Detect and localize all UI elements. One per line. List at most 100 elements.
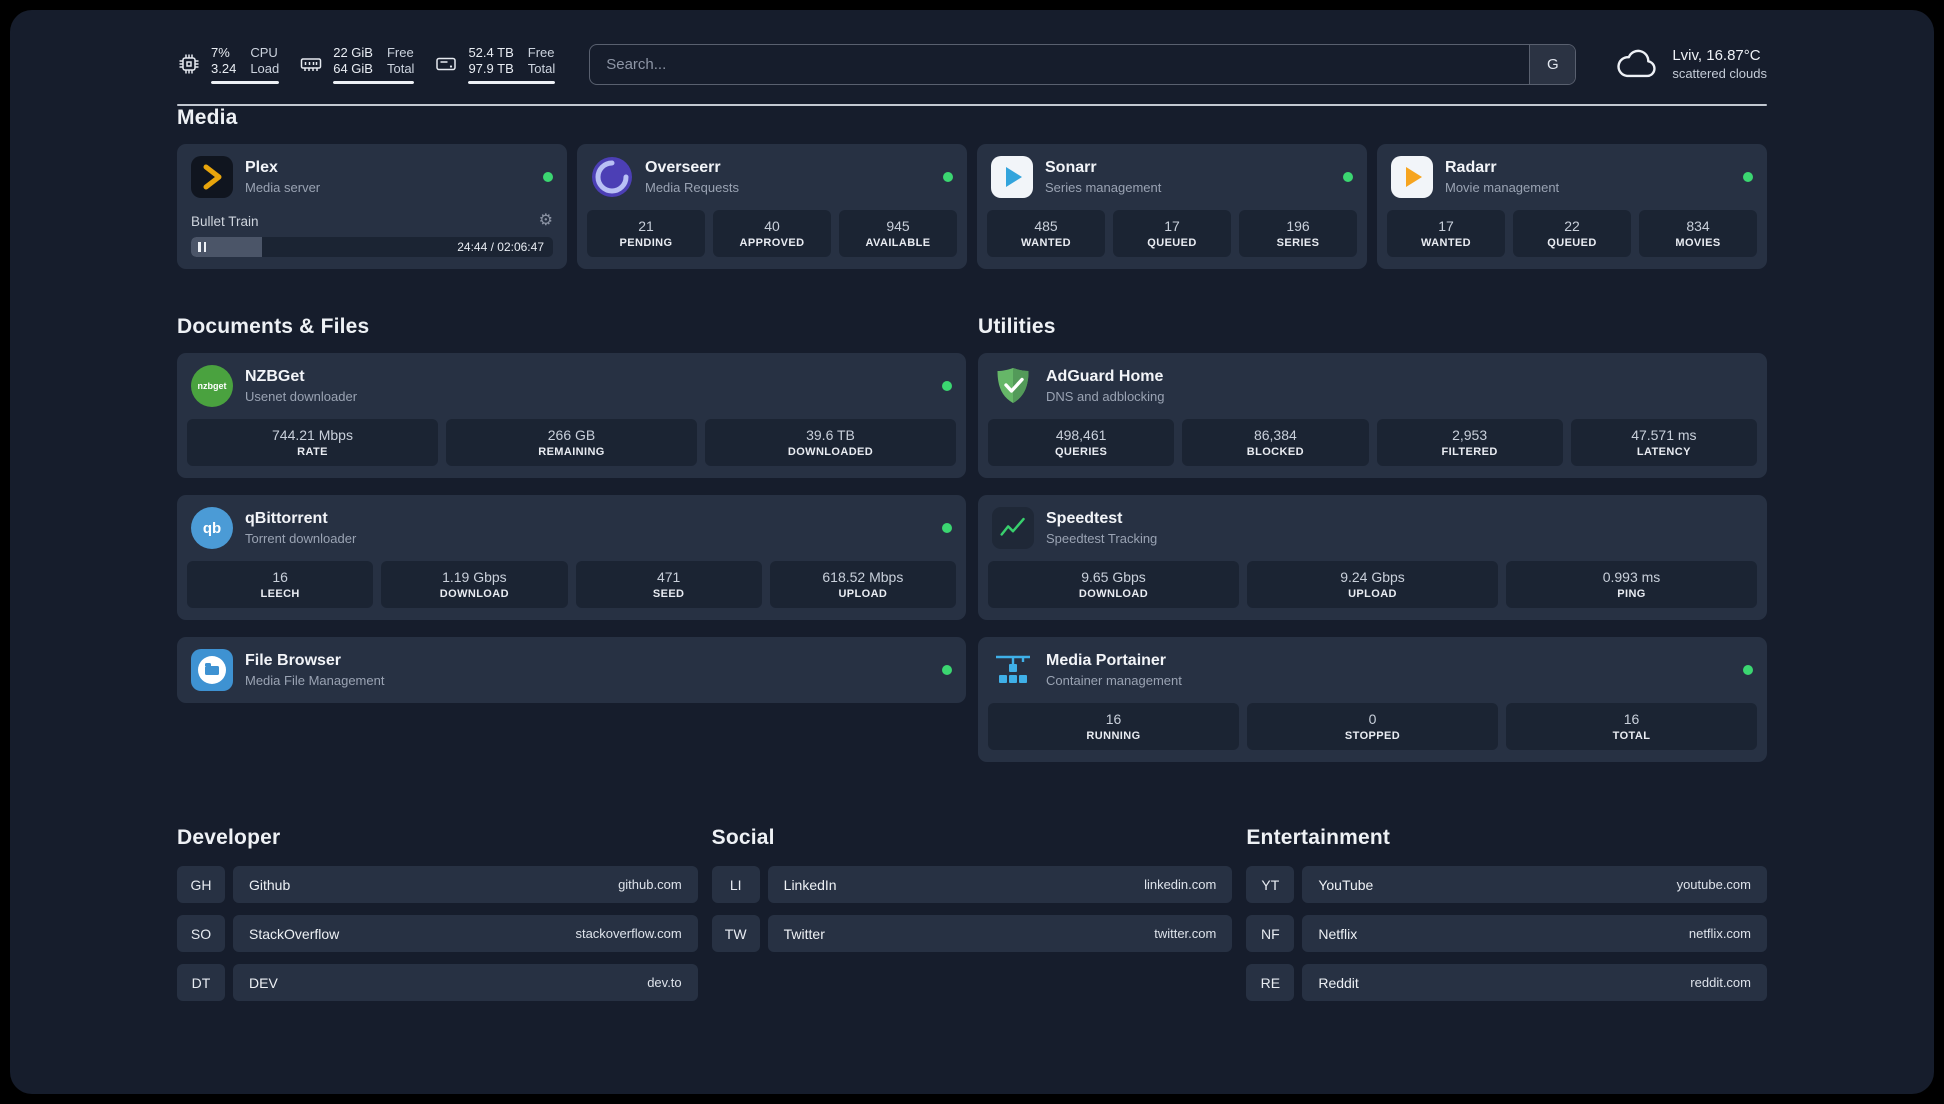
bookmark-abbr: RE (1246, 964, 1295, 1001)
app-name: AdGuard Home (1046, 368, 1164, 385)
bookmark-url: youtube.com (1676, 877, 1751, 892)
bookmark-abbr: TW (711, 915, 760, 952)
bookmark-reddit[interactable]: RE Reddit reddit.com (1246, 964, 1767, 1001)
stat-upload: 9.24 Gbps UPLOAD (1247, 561, 1498, 608)
app-subtitle: Speedtest Tracking (1046, 531, 1158, 546)
cpu-percent: 7% (211, 44, 230, 60)
status-online-dot (1743, 172, 1753, 182)
bookmark-group-social: Social LI LinkedIn linkedin.com TW Twitt… (711, 826, 1233, 952)
stat-wanted: 485 WANTED (987, 210, 1105, 257)
stat-series: 196 SERIES (1239, 210, 1357, 257)
bookmark-abbr: DT (177, 964, 225, 1001)
stat-latency: 47.571 ms LATENCY (1570, 419, 1757, 466)
search-input[interactable] (590, 44, 1530, 84)
qbittorrent-icon: qb (191, 507, 233, 549)
system-monitors: 7% 3.24 CPU Load 22 GiB 64 GiB Free Tota… (177, 44, 556, 84)
weather-widget[interactable]: Lviv, 16.87°C scattered clouds (1616, 46, 1767, 82)
status-online-dot (1743, 665, 1753, 675)
ram-icon (299, 52, 323, 76)
app-card-portainer[interactable]: Media Portainer Container management 16 … (978, 637, 1767, 762)
bookmark-abbr: NF (1246, 915, 1295, 952)
bookmark-abbr: YT (1246, 866, 1295, 903)
disk-monitor: 52.4 TB 97.9 TB Free Total (434, 44, 556, 84)
disk-total-value: 97.9 TB (468, 60, 514, 76)
bookmark-abbr: SO (177, 915, 225, 952)
app-name: Overseerr (645, 159, 721, 176)
bookmark-url: dev.to (647, 975, 682, 990)
app-card-adguard[interactable]: AdGuard Home DNS and adblocking 498,461 … (978, 353, 1767, 478)
cpu-load-label: Load (250, 60, 280, 76)
app-card-speedtest[interactable]: Speedtest Speedtest Tracking 9.65 Gbps D… (978, 495, 1767, 620)
documents-column: Documents & Files nzbget NZBGet Usenet d… (177, 315, 966, 703)
app-subtitle: Torrent downloader (245, 531, 357, 546)
stat-approved: 40 APPROVED (713, 210, 831, 257)
status-online-dot (1343, 172, 1353, 182)
sonarr-icon (991, 156, 1033, 198)
app-card-radarr[interactable]: Radarr Movie management 17 WANTED 22 QUE… (1377, 144, 1767, 269)
bookmark-name: StackOverflow (249, 925, 340, 942)
plex-icon (191, 156, 233, 198)
status-online-dot (942, 381, 952, 391)
pause-icon[interactable] (198, 242, 206, 252)
disk-icon (434, 52, 458, 76)
section-title-entertainment: Entertainment (1246, 826, 1391, 849)
status-online-dot (942, 523, 952, 533)
cpu-progress-bar (211, 80, 280, 84)
portainer-icon (992, 649, 1034, 691)
now-playing-title: Bullet Train (191, 213, 259, 229)
bookmark-url: netflix.com (1688, 926, 1751, 941)
ram-free-label: Free (386, 44, 414, 60)
bookmark-name: LinkedIn (783, 876, 837, 893)
adguard-icon (992, 365, 1034, 407)
gear-icon[interactable]: ⚙ (539, 213, 553, 229)
ram-total-value: 64 GiB (333, 60, 373, 76)
app-subtitle: Media server (245, 180, 321, 195)
bookmark-youtube[interactable]: YT YouTube youtube.com (1246, 866, 1767, 903)
playback-time: 24:44 / 02:06:47 (457, 240, 544, 254)
search-bar: G (589, 43, 1577, 85)
bookmark-name: Reddit (1318, 974, 1359, 991)
bookmark-linkedin[interactable]: LI LinkedIn linkedin.com (711, 866, 1233, 903)
app-subtitle: Series management (1045, 180, 1162, 195)
stat-movies: 834 MOVIES (1639, 210, 1757, 257)
weather-condition: scattered clouds (1672, 66, 1767, 81)
status-online-dot (943, 172, 953, 182)
bookmark-name: YouTube (1318, 876, 1374, 893)
filebrowser-icon (191, 649, 233, 691)
bookmark-abbr: GH (177, 866, 225, 903)
bookmark-twitter[interactable]: TW Twitter twitter.com (711, 915, 1233, 952)
overseerr-icon (591, 156, 633, 198)
middle-columns: Documents & Files nzbget NZBGet Usenet d… (177, 315, 1767, 762)
playback-progress-bar[interactable]: 24:44 / 02:06:47 (191, 237, 553, 257)
stat-downloaded: 39.6 TB DOWNLOADED (705, 419, 956, 466)
bookmark-netflix[interactable]: NF Netflix netflix.com (1246, 915, 1767, 952)
plex-now-playing: Bullet Train ⚙ 24:44 / 02:06:47 (177, 213, 567, 269)
section-title-developer: Developer (177, 826, 281, 849)
app-card-plex[interactable]: Plex Media server Bullet Train ⚙ 24:44 /… (177, 144, 567, 269)
stat-queued: 22 QUEUED (1513, 210, 1631, 257)
app-name: qBittorrent (245, 510, 328, 527)
radarr-icon (1391, 156, 1433, 198)
bookmark-dev[interactable]: DT DEV dev.to (177, 964, 698, 1001)
topbar: 7% 3.24 CPU Load 22 GiB 64 GiB Free Tota… (177, 40, 1767, 88)
app-card-nzbget[interactable]: nzbget NZBGet Usenet downloader 744.21 M… (177, 353, 966, 478)
app-card-qbittorrent[interactable]: qb qBittorrent Torrent downloader 16 LEE… (177, 495, 966, 620)
app-card-sonarr[interactable]: Sonarr Series management 485 WANTED 17 Q… (977, 144, 1367, 269)
app-card-filebrowser[interactable]: File Browser Media File Management (177, 637, 966, 703)
disk-free-label: Free (527, 44, 555, 60)
status-online-dot (543, 172, 553, 182)
bookmark-github[interactable]: GH Github github.com (177, 866, 698, 903)
stat-remaining: 266 GB REMAINING (446, 419, 697, 466)
stat-filtered: 2,953 FILTERED (1376, 419, 1563, 466)
stat-total: 16 TOTAL (1506, 703, 1757, 750)
app-card-overseerr[interactable]: Overseerr Media Requests 21 PENDING 40 A… (577, 144, 967, 269)
stat-pending: 21 PENDING (587, 210, 705, 257)
status-online-dot (942, 665, 952, 675)
bookmark-url: github.com (618, 877, 682, 892)
bookmark-stackoverflow[interactable]: SO StackOverflow stackoverflow.com (177, 915, 698, 952)
bookmark-name: Twitter (783, 925, 825, 942)
ram-progress-bar (333, 80, 415, 84)
search-engine-button[interactable]: G (1529, 44, 1576, 84)
app-subtitle: Container management (1046, 673, 1182, 688)
app-name: Media Portainer (1046, 652, 1167, 669)
